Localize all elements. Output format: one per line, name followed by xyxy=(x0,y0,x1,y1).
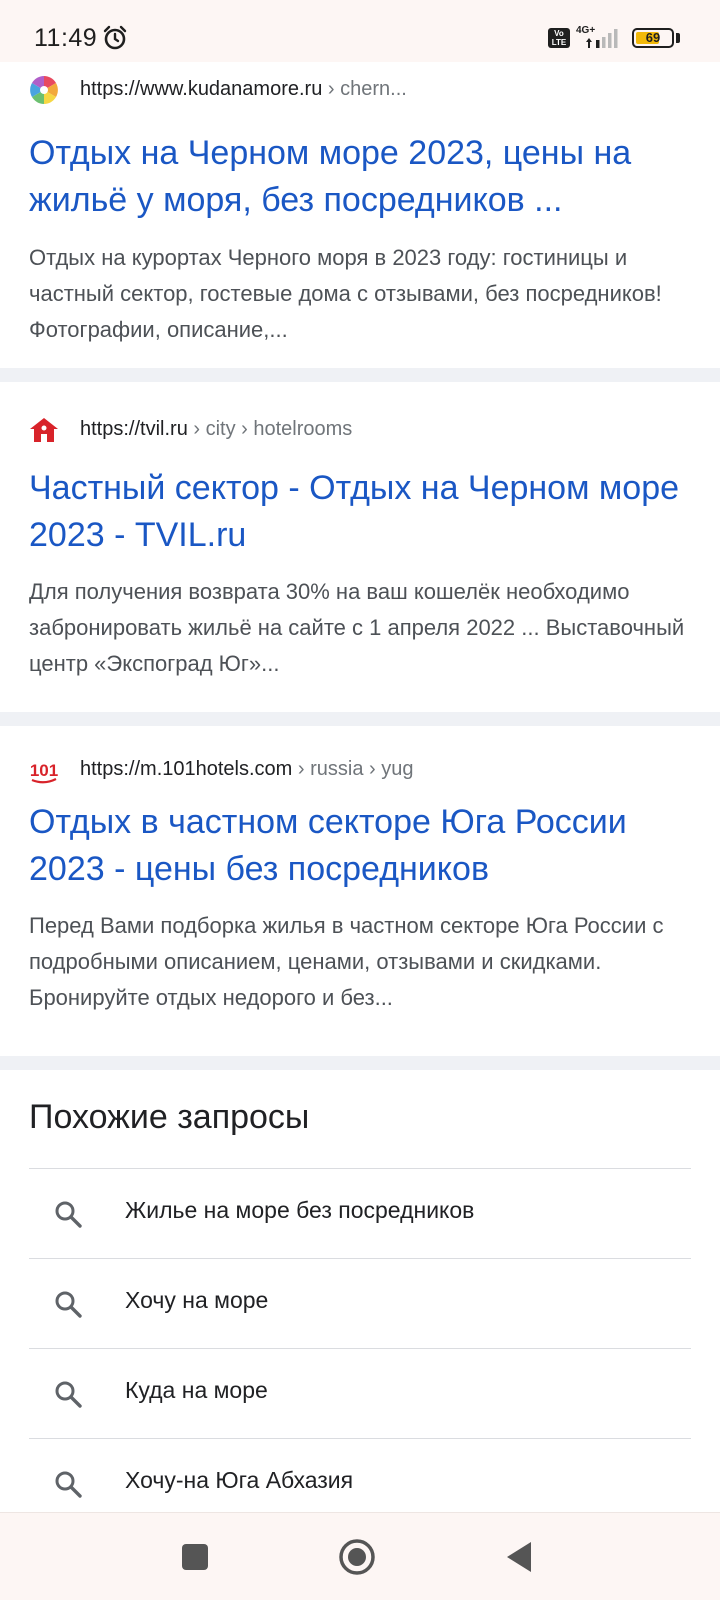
related-heading: Похожие запросы xyxy=(29,1098,310,1136)
related-search-item[interactable]: Хочу на море xyxy=(29,1258,691,1346)
101hotels-favicon: 101 xyxy=(30,761,58,784)
result-snippet: Отдых на курортах Черного моря в 2023 го… xyxy=(29,245,662,342)
result-title-link[interactable]: Отдых в частном секторе Юга России 2023 … xyxy=(29,799,699,893)
signal-icon xyxy=(586,29,618,48)
result-divider xyxy=(0,1056,720,1070)
search-icon xyxy=(55,1381,82,1408)
result-domain: https://www.kudanamore.ru xyxy=(80,78,323,100)
result-site-row[interactable]: 101 https://m.101hotels.com › russia › y… xyxy=(0,750,720,790)
recents-square-icon[interactable] xyxy=(171,1533,219,1581)
result-snippet: Для получения возврата 30% на ваш кошелё… xyxy=(29,579,685,676)
result-snippet: Перед Вами подборка жилья в частном сект… xyxy=(29,913,664,1010)
related-search-label: Жилье на море без посредников xyxy=(125,1197,475,1223)
related-search-item[interactable]: Куда на море xyxy=(29,1348,691,1436)
related-search-label: Хочу-на Юга Абхазия xyxy=(125,1467,354,1493)
result-divider xyxy=(0,368,720,382)
result-url: https://m.101hotels.com › russia › yug xyxy=(80,758,413,781)
volte-icon: Vo LTE xyxy=(548,28,570,48)
battery-cap xyxy=(676,33,680,43)
result-divider xyxy=(0,712,720,726)
result-site-row[interactable]: https://www.kudanamore.ru › chern... xyxy=(0,70,720,110)
result-domain: https://tvil.ru xyxy=(80,418,188,440)
result-domain: https://m.101hotels.com xyxy=(80,758,293,780)
result-title-link[interactable]: Частный сектор - Отдых на Черном море 20… xyxy=(29,465,699,559)
search-result: 101 https://m.101hotels.com › russia › y… xyxy=(0,726,720,1056)
result-url: https://www.kudanamore.ru › chern... xyxy=(80,78,407,101)
result-url: https://tvil.ru › city › hotelrooms xyxy=(80,418,352,441)
search-icon xyxy=(55,1471,82,1498)
alarm-icon xyxy=(103,25,127,50)
related-search-item[interactable]: Жилье на море без посредников xyxy=(29,1168,691,1256)
result-path: › city › hotelrooms xyxy=(187,418,353,440)
search-result: https://www.kudanamore.ru › chern... Отд… xyxy=(0,62,720,368)
system-nav-bar xyxy=(0,1512,720,1600)
status-time: 11:49 xyxy=(34,24,98,52)
favicon-text: 101 xyxy=(30,761,58,780)
related-search-label: Куда на море xyxy=(125,1377,268,1403)
kudanamore-favicon xyxy=(30,76,58,104)
home-circle-icon[interactable] xyxy=(333,1533,381,1581)
battery-icon: 69 xyxy=(632,28,674,48)
tvil-house-favicon xyxy=(30,418,58,442)
result-site-row[interactable]: https://tvil.ru › city › hotelrooms xyxy=(0,410,720,450)
search-icon xyxy=(55,1201,82,1228)
result-title-link[interactable]: Отдых на Черном море 2023, цены на жильё… xyxy=(29,130,699,224)
related-search-label: Хочу на море xyxy=(125,1287,269,1313)
battery-percent: 69 xyxy=(645,30,661,45)
result-path: › russia › yug xyxy=(292,758,414,780)
search-result: https://tvil.ru › city › hotelrooms Част… xyxy=(0,382,720,712)
search-icon xyxy=(55,1291,82,1318)
back-triangle-icon[interactable] xyxy=(497,1533,545,1581)
status-bar: 11:49 Vo LTE 4G+ 69 xyxy=(0,0,720,62)
result-path: › chern... xyxy=(322,78,407,100)
